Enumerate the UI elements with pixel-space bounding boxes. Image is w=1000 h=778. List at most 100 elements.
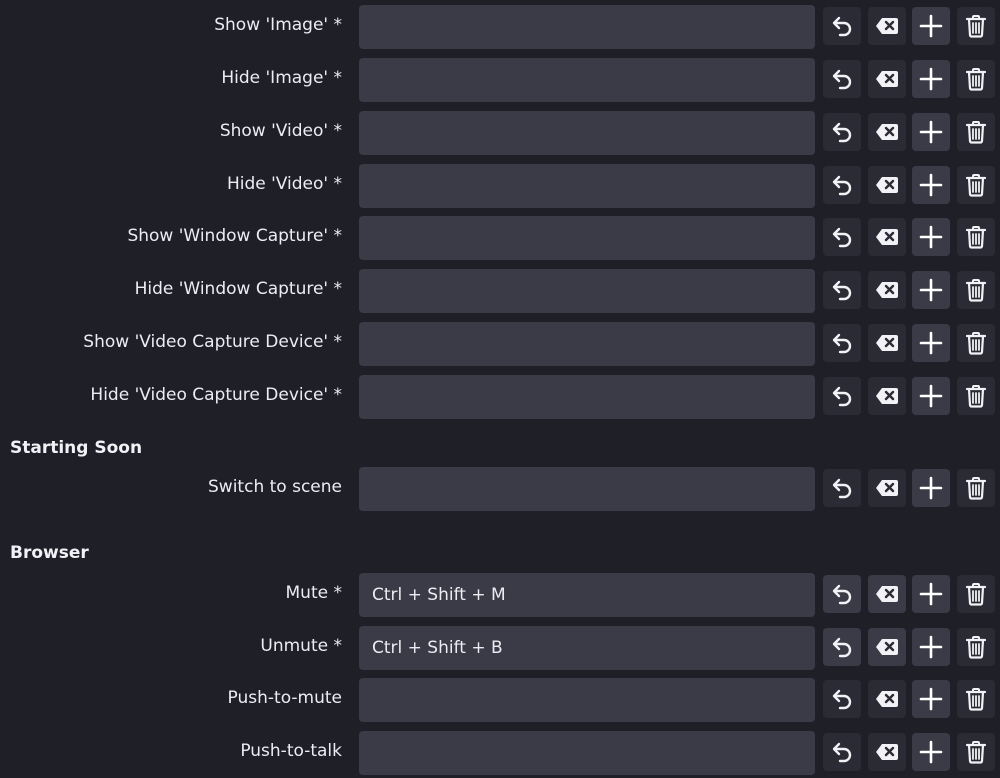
add-icon <box>919 384 943 408</box>
add-button[interactable] <box>912 377 950 415</box>
revert-icon <box>830 68 854 90</box>
hotkey-label: Switch to scene <box>208 477 342 497</box>
clear-icon <box>875 690 899 708</box>
add-button[interactable] <box>912 7 950 45</box>
clear-icon <box>875 743 899 761</box>
clear-button[interactable] <box>868 166 906 204</box>
revert-button[interactable] <box>823 628 861 666</box>
clear-icon <box>875 638 899 656</box>
remove-button[interactable] <box>957 575 995 613</box>
revert-button[interactable] <box>823 575 861 613</box>
clear-icon <box>875 70 899 88</box>
hotkey-label: Push-to-mute <box>227 688 342 708</box>
revert-button[interactable] <box>823 166 861 204</box>
hotkey-input[interactable] <box>359 322 815 366</box>
clear-icon <box>875 585 899 603</box>
hotkey-input[interactable] <box>359 467 815 511</box>
clear-button[interactable] <box>868 469 906 507</box>
clear-icon <box>875 228 899 246</box>
hotkey-input[interactable] <box>359 58 815 102</box>
section-heading-browser: Browser <box>10 543 89 563</box>
clear-button[interactable] <box>868 218 906 256</box>
remove-button[interactable] <box>957 166 995 204</box>
clear-button[interactable] <box>868 733 906 771</box>
remove-button[interactable] <box>957 271 995 309</box>
revert-icon <box>830 583 854 605</box>
remove-button[interactable] <box>957 733 995 771</box>
clear-button[interactable] <box>868 628 906 666</box>
add-button[interactable] <box>912 680 950 718</box>
hotkey-label: Hide 'Video' * <box>226 174 342 194</box>
hotkey-label: Hide 'Image' * <box>221 68 342 88</box>
add-button[interactable] <box>912 271 950 309</box>
hotkey-label: Hide 'Window Capture' * <box>134 279 342 299</box>
add-button[interactable] <box>912 575 950 613</box>
remove-button[interactable] <box>957 324 995 362</box>
add-button[interactable] <box>912 628 950 666</box>
clear-button[interactable] <box>868 575 906 613</box>
revert-button[interactable] <box>823 680 861 718</box>
trash-icon <box>965 384 987 408</box>
clear-button[interactable] <box>868 271 906 309</box>
remove-button[interactable] <box>957 377 995 415</box>
hotkey-input[interactable] <box>359 164 815 208</box>
clear-button[interactable] <box>868 324 906 362</box>
hotkey-label: Unmute * <box>260 636 342 656</box>
revert-button[interactable] <box>823 377 861 415</box>
add-button[interactable] <box>912 324 950 362</box>
hotkey-input[interactable] <box>359 731 815 775</box>
add-button[interactable] <box>912 469 950 507</box>
hotkey-input[interactable] <box>359 269 815 313</box>
clear-button[interactable] <box>868 377 906 415</box>
hotkey-label: Show 'Image' * <box>214 15 342 35</box>
add-button[interactable] <box>912 218 950 256</box>
revert-icon <box>830 741 854 763</box>
hotkey-row: Mute * Ctrl + Shift + M <box>0 573 1000 617</box>
trash-icon <box>965 225 987 249</box>
hotkey-input[interactable] <box>359 375 815 419</box>
section-heading-starting-soon: Starting Soon <box>10 438 143 458</box>
remove-button[interactable] <box>957 680 995 718</box>
hotkey-row: Show 'Window Capture' * <box>0 216 1000 260</box>
clear-icon <box>875 387 899 405</box>
hotkey-input[interactable] <box>359 111 815 155</box>
trash-icon <box>965 14 987 38</box>
hotkey-row: Switch to scene <box>0 467 1000 511</box>
trash-icon <box>965 740 987 764</box>
trash-icon <box>965 120 987 144</box>
hotkey-input[interactable] <box>359 216 815 260</box>
hotkey-row: Show 'Video' * <box>0 111 1000 155</box>
add-button[interactable] <box>912 733 950 771</box>
clear-icon <box>875 281 899 299</box>
clear-button[interactable] <box>868 113 906 151</box>
revert-button[interactable] <box>823 469 861 507</box>
hotkey-input[interactable]: Ctrl + Shift + M <box>359 573 815 617</box>
revert-button[interactable] <box>823 271 861 309</box>
revert-button[interactable] <box>823 218 861 256</box>
hotkey-label: Show 'Video Capture Device' * <box>83 332 342 352</box>
revert-button[interactable] <box>823 7 861 45</box>
remove-button[interactable] <box>957 113 995 151</box>
remove-button[interactable] <box>957 469 995 507</box>
hotkey-label: Push-to-talk <box>240 741 342 761</box>
add-button[interactable] <box>912 60 950 98</box>
remove-button[interactable] <box>957 218 995 256</box>
hotkey-input[interactable]: Ctrl + Shift + B <box>359 626 815 670</box>
remove-button[interactable] <box>957 628 995 666</box>
revert-button[interactable] <box>823 733 861 771</box>
hotkey-input[interactable] <box>359 678 815 722</box>
clear-icon <box>875 479 899 497</box>
hotkey-input[interactable] <box>359 5 815 49</box>
clear-button[interactable] <box>868 7 906 45</box>
clear-icon <box>875 176 899 194</box>
add-button[interactable] <box>912 166 950 204</box>
revert-button[interactable] <box>823 324 861 362</box>
remove-button[interactable] <box>957 7 995 45</box>
add-button[interactable] <box>912 113 950 151</box>
add-icon <box>919 120 943 144</box>
revert-button[interactable] <box>823 60 861 98</box>
clear-button[interactable] <box>868 680 906 718</box>
revert-button[interactable] <box>823 113 861 151</box>
remove-button[interactable] <box>957 60 995 98</box>
clear-button[interactable] <box>868 60 906 98</box>
